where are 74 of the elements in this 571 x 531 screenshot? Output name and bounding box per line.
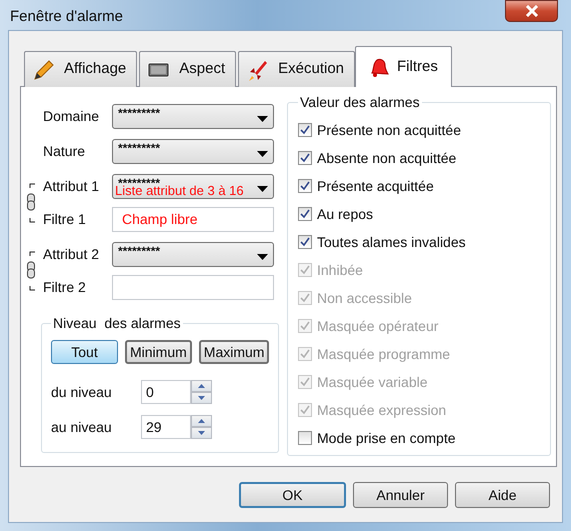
field-label: Attribut 1 xyxy=(43,177,100,196)
level-button[interactable]: Minimum xyxy=(125,340,192,364)
dropdown[interactable]: ********* xyxy=(112,104,274,129)
spin-down-button[interactable] xyxy=(191,392,212,404)
check-icon xyxy=(300,125,310,135)
check-icon xyxy=(300,321,310,331)
dropdown[interactable]: ********* xyxy=(112,139,274,164)
checkbox[interactable] xyxy=(298,207,312,221)
checkbox-label: Mode prise en compte xyxy=(317,428,456,448)
up-arrow-icon xyxy=(198,384,205,388)
checkbox[interactable] xyxy=(298,179,312,193)
up-arrow-icon xyxy=(198,419,205,423)
checkbox[interactable] xyxy=(298,431,312,445)
field-label: Nature xyxy=(43,142,86,161)
tab[interactable]: Affichage xyxy=(24,51,138,87)
tab[interactable]: Aspect xyxy=(139,51,236,87)
window-title: Fenêtre d'alarme xyxy=(10,9,123,26)
checkbox-label: Au repos xyxy=(317,204,374,224)
spin-up-button[interactable] xyxy=(191,380,212,392)
annotation-text: Liste attribut de 3 à 16 xyxy=(115,184,244,197)
checkbox-label: Inhibée xyxy=(317,260,363,280)
checkbox-label: Non accessible xyxy=(317,288,412,308)
checkbox-label: Toutes alames invalides xyxy=(317,232,466,252)
text-field[interactable]: Champ libre xyxy=(112,207,274,232)
spin-up-button[interactable] xyxy=(191,415,212,427)
dropdown[interactable]: ********* xyxy=(112,242,274,267)
group-title: Niveau des alarmes xyxy=(52,314,182,333)
checkbox-label: Masquée opérateur xyxy=(317,316,438,336)
checkbox-label: Masquée expression xyxy=(317,400,446,420)
field-label: au niveau xyxy=(51,418,113,436)
spin-down-button[interactable] xyxy=(191,427,212,439)
down-arrow-icon xyxy=(198,431,205,435)
tab[interactable]: Filtres xyxy=(355,46,452,87)
checkbox[interactable] xyxy=(298,151,312,165)
caret-icon xyxy=(257,151,268,157)
check-icon xyxy=(300,153,310,163)
checkbox-label: Masquée programme xyxy=(317,344,450,364)
caret-icon xyxy=(257,186,268,192)
field-label: Domaine xyxy=(43,107,100,126)
number-field[interactable]: 29 xyxy=(141,415,191,439)
checkbox-label: Présente non acquittée xyxy=(317,120,461,140)
field-label: Filtre 2 xyxy=(43,278,87,297)
field-label: Attribut 2 xyxy=(43,245,100,264)
checkbox-label: Absente non acquittée xyxy=(317,148,456,168)
close-button[interactable] xyxy=(505,0,558,22)
dialog-button[interactable]: Aide xyxy=(455,482,550,508)
level-button[interactable]: Maximum xyxy=(198,340,270,364)
field-label: Filtre 1 xyxy=(43,210,87,229)
down-arrow-icon xyxy=(198,396,205,400)
dialog-button[interactable]: Annuler xyxy=(353,482,448,508)
dialog-button[interactable]: OK xyxy=(239,482,346,508)
annotation-text: Champ libre xyxy=(122,210,198,229)
number-field[interactable]: 0 xyxy=(141,380,191,404)
field-label: du niveau xyxy=(51,382,113,402)
check-icon xyxy=(300,349,310,359)
close-icon xyxy=(524,5,538,17)
check-icon xyxy=(300,181,310,191)
checkbox[interactable] xyxy=(298,123,312,137)
check-icon xyxy=(300,405,310,415)
checkbox[interactable] xyxy=(298,235,312,249)
check-icon xyxy=(300,237,310,247)
text-field[interactable] xyxy=(112,275,274,300)
check-icon xyxy=(300,293,310,303)
check-icon xyxy=(300,209,310,219)
group-title: Valeur des alarmes xyxy=(299,93,421,112)
check-icon xyxy=(300,377,310,387)
check-icon xyxy=(300,265,310,275)
checkbox-label: Masquée variable xyxy=(317,372,428,392)
caret-icon xyxy=(257,116,268,122)
level-button[interactable]: Tout xyxy=(51,340,118,364)
caret-icon xyxy=(257,254,268,260)
tab[interactable]: Exécution xyxy=(238,51,356,87)
checkbox-label: Présente acquittée xyxy=(317,176,434,196)
pencil-icon xyxy=(32,58,56,82)
